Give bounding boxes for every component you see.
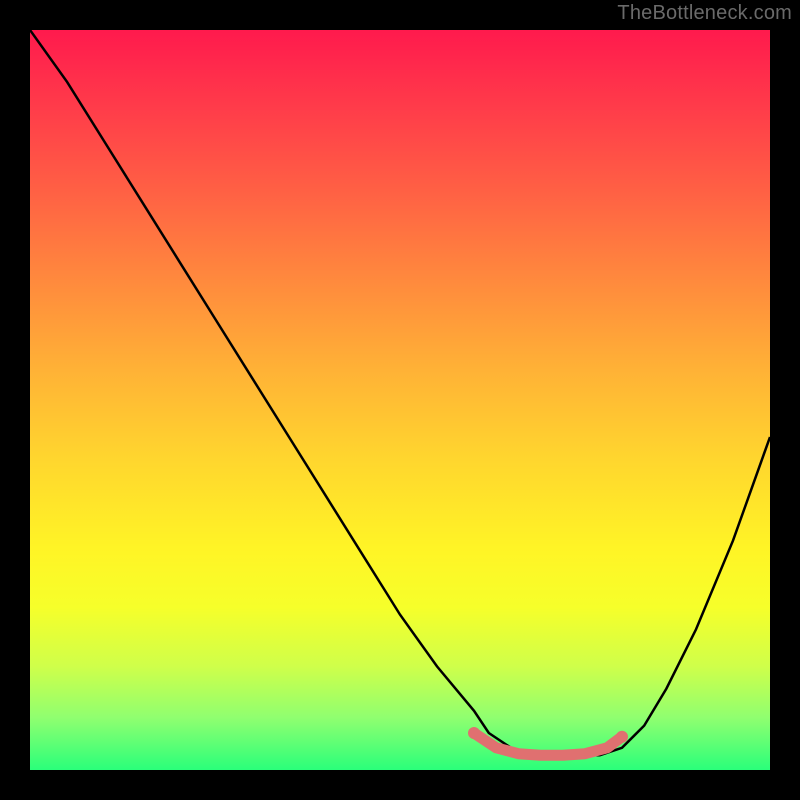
optimum-highlight-segment: [474, 733, 622, 755]
optimum-start-dot: [468, 727, 480, 739]
bottleneck-curve: [30, 30, 770, 755]
chart-gradient-plot: [30, 30, 770, 770]
chart-svg-layer: [30, 30, 770, 770]
optimum-end-dot: [616, 731, 628, 743]
watermark-text: TheBottleneck.com: [617, 2, 792, 25]
chart-frame: TheBottleneck.com: [0, 0, 800, 800]
